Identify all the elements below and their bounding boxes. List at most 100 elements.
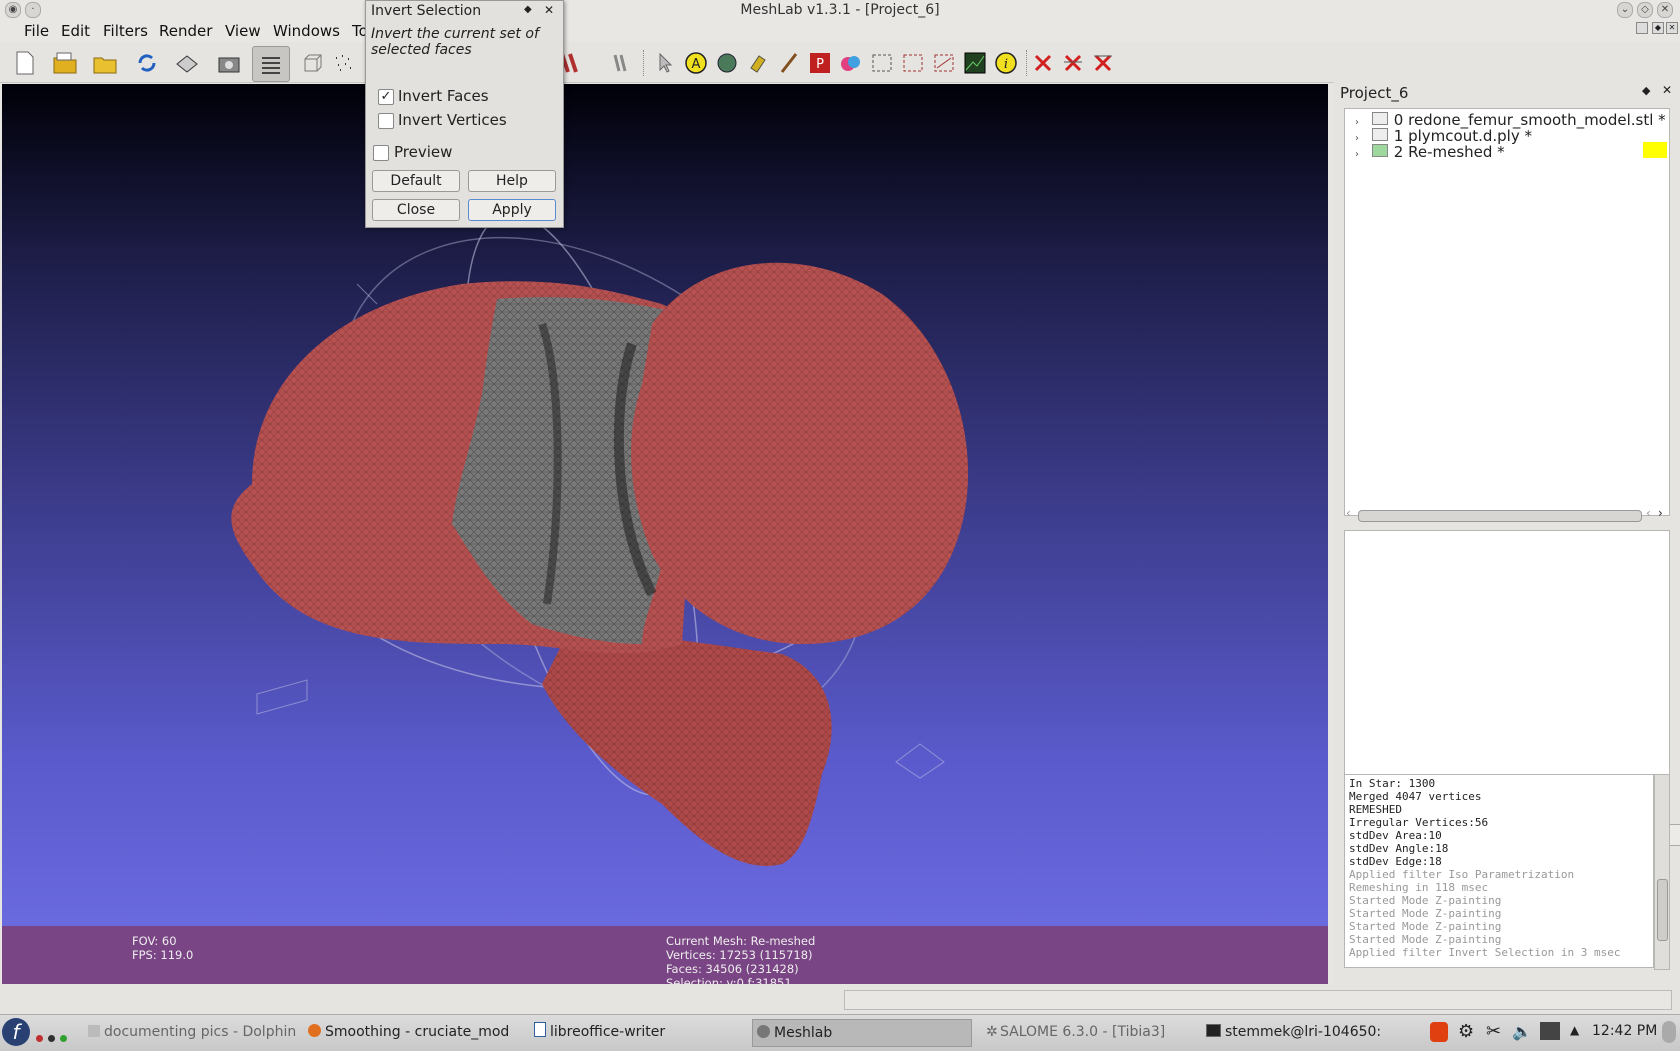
pickpoints-icon[interactable]: P	[807, 50, 833, 76]
layer-list: › 0 redone_femur_smooth_model.stl * › 1 …	[1344, 108, 1670, 516]
mdi-float-icon[interactable]: ◆	[1652, 22, 1664, 34]
close-icon[interactable]: ✕	[1657, 2, 1673, 18]
task-dolphin[interactable]: documenting pics - Dolphin	[84, 1019, 298, 1045]
menu-edit[interactable]: Edit	[61, 22, 90, 40]
close-button[interactable]: Close	[372, 199, 460, 221]
visibility-eye-icon[interactable]	[1371, 144, 1388, 157]
vertices-readout: Vertices: 17253 (115718)	[666, 948, 813, 962]
panel-title: Project_6	[1340, 84, 1409, 102]
preview-checkbox[interactable]	[373, 145, 389, 161]
panel-close-icon[interactable]: ✕	[1662, 83, 1672, 97]
expand-arrow-icon[interactable]: ›	[1355, 149, 1359, 160]
network-icon[interactable]	[1540, 1022, 1560, 1040]
menu-render[interactable]: Render	[159, 22, 212, 40]
brush-icon[interactable]	[776, 50, 802, 76]
svg-text:i: i	[1004, 57, 1008, 72]
selection-readout: Selection: v:0 f:31851	[666, 976, 792, 984]
log-line: Applied filter Iso Parametrization	[1349, 868, 1575, 881]
menu-windows[interactable]: Windows	[273, 22, 340, 40]
log-line: Irregular Vertices:56	[1349, 816, 1489, 829]
decorator-panel	[1344, 530, 1670, 814]
log-scrollbar[interactable]	[1654, 774, 1670, 970]
mdi-restore-icon[interactable]	[1636, 22, 1648, 34]
log-line: stdDev Area:10	[1349, 829, 1442, 842]
minimize-icon[interactable]: ⌄	[1617, 2, 1633, 18]
delete-selected-vertices-icon[interactable]	[1060, 50, 1086, 76]
menu-file[interactable]: File	[24, 22, 49, 40]
dialog-title: Invert Selection	[371, 3, 482, 19]
default-button[interactable]: Default	[372, 170, 460, 192]
layer-panel: Project_6 ◆ ✕ › 0 redone_femur_smooth_mo…	[1334, 82, 1680, 984]
pager-icon[interactable]	[36, 1028, 67, 1046]
toolbar-separator	[643, 50, 646, 76]
klipper-icon[interactable]: ✂	[1486, 1021, 1501, 1042]
layer-list-hscrollbar[interactable]: ‹ ‹ ›	[1344, 506, 1668, 524]
texture-paint-icon[interactable]	[838, 50, 864, 76]
layer-name: Re-meshed *	[1408, 143, 1505, 161]
preview-label: Preview	[394, 143, 453, 161]
new-project-icon[interactable]	[12, 50, 38, 76]
delete-selected-faces-icon[interactable]	[1030, 50, 1056, 76]
invert-vertices-label: Invert Vertices	[398, 111, 507, 129]
task-meshlab-active[interactable]: Meshlab	[752, 1019, 972, 1047]
reload-icon[interactable]	[134, 50, 160, 76]
3d-viewport[interactable]	[2, 84, 1328, 984]
task-terminal[interactable]: stemmek@lri-104650:~	[1202, 1019, 1382, 1045]
visibility-icon[interactable]	[1371, 128, 1388, 141]
menu-view[interactable]: View	[225, 22, 261, 40]
meshlab-icon	[757, 1025, 770, 1038]
menu-filters[interactable]: Filters	[103, 22, 148, 40]
align-icon[interactable]	[714, 50, 740, 76]
manipulator-icon[interactable]	[745, 50, 771, 76]
layers-toggle-button[interactable]	[252, 46, 290, 82]
fedora-menu-icon[interactable]: f	[2, 1018, 30, 1046]
export-mesh-icon[interactable]	[174, 50, 200, 76]
log-line: stdDev Angle:18	[1349, 842, 1449, 855]
layer-item-current[interactable]: › 2 Re-meshed *	[1355, 143, 1505, 161]
panel-float-icon[interactable]: ◆	[1642, 84, 1650, 97]
edit-tool-icon[interactable]	[608, 50, 634, 76]
help-button[interactable]: Help	[468, 170, 556, 192]
clock[interactable]: 12:42 PM	[1592, 1023, 1657, 1039]
progress-area	[844, 990, 1672, 1010]
visibility-icon[interactable]	[1371, 112, 1388, 125]
invert-faces-checkbox[interactable]: ✓	[378, 89, 394, 105]
scroll-right-icon[interactable]: ›	[1658, 506, 1663, 520]
scroll-left-icon-alt[interactable]: ‹	[1646, 506, 1651, 520]
points-icon[interactable]	[330, 50, 356, 76]
select-pointer-icon[interactable]	[652, 50, 678, 76]
log-line: stdDev Edge:18	[1349, 855, 1442, 868]
select-vertices-icon[interactable]	[900, 50, 926, 76]
select-faces-icon[interactable]	[869, 50, 895, 76]
current-mesh-readout: Current Mesh: Re-meshed	[666, 934, 816, 948]
cashew-icon[interactable]	[1662, 1021, 1676, 1043]
dialog-close-icon[interactable]: ✕	[544, 3, 554, 17]
task-salome[interactable]: ✲ SALOME 6.3.0 - [Tibia3]	[982, 1019, 1186, 1045]
maximize-icon[interactable]: ◇	[1637, 2, 1653, 18]
toolbar-separator	[1026, 50, 1029, 76]
settings-icon[interactable]: ⚙	[1458, 1021, 1474, 1042]
open-project-icon[interactable]	[52, 50, 78, 76]
annotation-icon[interactable]: A	[683, 50, 709, 76]
scroll-left-icon[interactable]: ‹	[1346, 506, 1351, 520]
select-connected-icon[interactable]	[931, 50, 957, 76]
snapshot-icon[interactable]	[216, 50, 242, 76]
apply-button[interactable]: Apply	[468, 199, 556, 221]
info-icon[interactable]: i	[993, 50, 1019, 76]
volume-icon[interactable]: 🔈	[1512, 1022, 1532, 1041]
faces-readout: Faces: 34506 (231428)	[666, 962, 799, 976]
taskbar: f documenting pics - Dolphin Smoothing -…	[0, 1014, 1680, 1051]
tray-expand-icon[interactable]: ▲	[1570, 1023, 1579, 1037]
log-scroll-thumb[interactable]	[1657, 879, 1668, 941]
dialog-float-icon[interactable]: ◆	[524, 4, 532, 15]
update-notifier-icon[interactable]	[1430, 1022, 1448, 1042]
scroll-thumb[interactable]	[1358, 510, 1642, 522]
delete-faces-and-vertices-icon[interactable]	[1090, 50, 1116, 76]
import-mesh-icon[interactable]	[92, 50, 118, 76]
mdi-close-icon[interactable]: ✕	[1666, 22, 1678, 34]
bbox-icon[interactable]	[300, 50, 326, 76]
invert-vertices-checkbox[interactable]	[378, 113, 394, 129]
task-libreoffice[interactable]: libreoffice-writer	[530, 1019, 734, 1045]
raster-icon[interactable]	[962, 50, 988, 76]
task-firefox[interactable]: Smoothing - cruciate_model	[304, 1019, 508, 1045]
